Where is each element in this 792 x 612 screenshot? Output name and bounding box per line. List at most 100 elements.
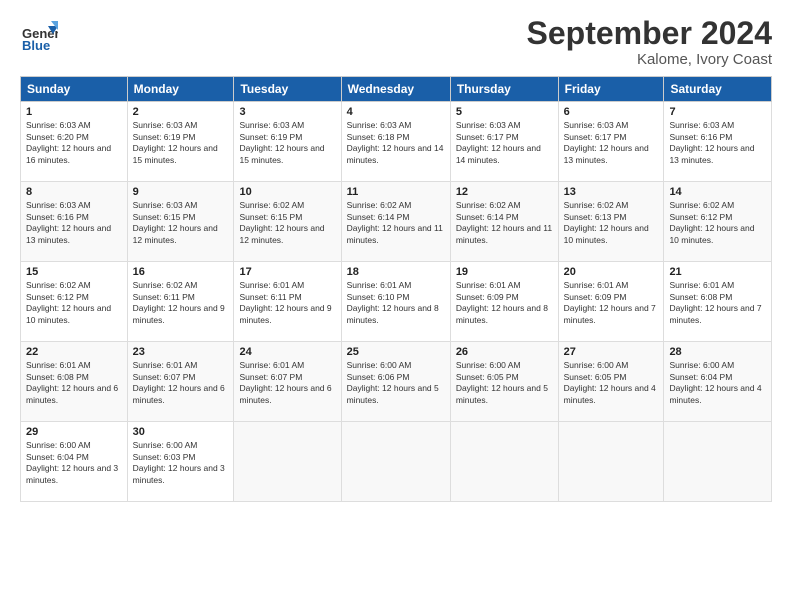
header-row: Sunday Monday Tuesday Wednesday Thursday… [21, 77, 772, 102]
day-info: Sunrise: 6:03 AMSunset: 6:20 PMDaylight:… [26, 120, 122, 166]
day-number: 28 [669, 346, 766, 358]
table-row: 29Sunrise: 6:00 AMSunset: 6:04 PMDayligh… [21, 422, 772, 502]
calendar-cell: 25 Sunrise: 6:00 AMSunset: 6:06 PMDayligh… [341, 342, 450, 422]
day-number: 25 [347, 346, 445, 358]
calendar-cell: 26 Sunrise: 6:00 AMSunset: 6:05 PMDayligh… [450, 342, 558, 422]
col-thursday: Thursday [450, 77, 558, 102]
day-info: Sunrise: 6:00 AMSunset: 6:04 PMDaylight:… [26, 440, 122, 486]
day-info: Sunrise: 6:01 AMSunset: 6:08 PMDaylight:… [669, 280, 766, 326]
calendar-cell: 22 Sunrise: 6:01 AMSunset: 6:08 PMDayligh… [21, 342, 128, 422]
day-number: 9 [133, 186, 229, 198]
day-info: Sunrise: 6:02 AMSunset: 6:15 PMDaylight:… [239, 200, 335, 246]
day-number: 27 [564, 346, 659, 358]
day-number: 4 [347, 106, 445, 118]
table-row: 22 Sunrise: 6:01 AMSunset: 6:08 PMDayligh… [21, 342, 772, 422]
day-number: 10 [239, 186, 335, 198]
day-info: Sunrise: 6:01 AMSunset: 6:08 PMDaylight:… [26, 360, 122, 406]
calendar-cell: 18Sunrise: 6:01 AMSunset: 6:10 PMDayligh… [341, 262, 450, 342]
day-info: Sunrise: 6:00 AMSunset: 6:05 PMDaylight:… [456, 360, 553, 406]
logo: General Blue [20, 16, 62, 54]
day-number: 2 [133, 106, 229, 118]
calendar-cell: 11 Sunrise: 6:02 AMSunset: 6:14 PMDayligh… [341, 182, 450, 262]
day-number: 30 [133, 426, 229, 438]
calendar-cell [341, 422, 450, 502]
svg-text:Blue: Blue [22, 38, 50, 53]
calendar-cell [234, 422, 341, 502]
day-info: Sunrise: 6:00 AMSunset: 6:06 PMDaylight:… [347, 360, 445, 406]
day-number: 24 [239, 346, 335, 358]
day-number: 11 [347, 186, 445, 198]
calendar-cell: 19 Sunrise: 6:01 AMSunset: 6:09 PMDayligh… [450, 262, 558, 342]
day-number: 21 [669, 266, 766, 278]
day-number: 19 [456, 266, 553, 278]
calendar-cell: 4Sunrise: 6:03 AMSunset: 6:18 PMDaylight… [341, 102, 450, 182]
day-number: 16 [133, 266, 229, 278]
day-info: Sunrise: 6:03 AMSunset: 6:16 PMDaylight:… [669, 120, 766, 166]
table-row: 15 Sunrise: 6:02 AMSunset: 6:12 PMDayligh… [21, 262, 772, 342]
day-info: Sunrise: 6:01 AMSunset: 6:11 PMDaylight:… [239, 280, 335, 326]
calendar-cell: 29Sunrise: 6:00 AMSunset: 6:04 PMDayligh… [21, 422, 128, 502]
day-number: 5 [456, 106, 553, 118]
calendar-cell: 28 Sunrise: 6:00 AMSunset: 6:04 PMDayligh… [664, 342, 772, 422]
calendar-cell: 15 Sunrise: 6:02 AMSunset: 6:12 PMDayligh… [21, 262, 128, 342]
calendar-cell [558, 422, 664, 502]
day-info: Sunrise: 6:00 AMSunset: 6:05 PMDaylight:… [564, 360, 659, 406]
day-info: Sunrise: 6:01 AMSunset: 6:09 PMDaylight:… [456, 280, 553, 326]
calendar-cell: 2 Sunrise: 6:03 AMSunset: 6:19 PMDaylight… [127, 102, 234, 182]
day-number: 17 [239, 266, 335, 278]
calendar-cell: 5 Sunrise: 6:03 AMSunset: 6:17 PMDaylight… [450, 102, 558, 182]
header: General Blue September 2024 Kalome, Ivor… [20, 16, 772, 68]
col-wednesday: Wednesday [341, 77, 450, 102]
calendar-cell [664, 422, 772, 502]
calendar-cell: 6 Sunrise: 6:03 AMSunset: 6:17 PMDaylight… [558, 102, 664, 182]
col-sunday: Sunday [21, 77, 128, 102]
calendar-cell: 7 Sunrise: 6:03 AMSunset: 6:16 PMDaylight… [664, 102, 772, 182]
col-tuesday: Tuesday [234, 77, 341, 102]
day-number: 7 [669, 106, 766, 118]
day-info: Sunrise: 6:01 AMSunset: 6:07 PMDaylight:… [133, 360, 229, 406]
day-number: 1 [26, 106, 122, 118]
day-info: Sunrise: 6:02 AMSunset: 6:12 PMDaylight:… [26, 280, 122, 326]
day-number: 22 [26, 346, 122, 358]
calendar-cell: 13Sunrise: 6:02 AMSunset: 6:13 PMDayligh… [558, 182, 664, 262]
calendar-cell: 17 Sunrise: 6:01 AMSunset: 6:11 PMDayligh… [234, 262, 341, 342]
day-number: 3 [239, 106, 335, 118]
location: Kalome, Ivory Coast [527, 51, 772, 68]
day-info: Sunrise: 6:03 AMSunset: 6:16 PMDaylight:… [26, 200, 122, 246]
day-info: Sunrise: 6:02 AMSunset: 6:14 PMDaylight:… [456, 200, 553, 246]
day-info: Sunrise: 6:02 AMSunset: 6:13 PMDaylight:… [564, 200, 659, 246]
day-info: Sunrise: 6:03 AMSunset: 6:19 PMDaylight:… [133, 120, 229, 166]
day-info: Sunrise: 6:01 AMSunset: 6:07 PMDaylight:… [239, 360, 335, 406]
day-info: Sunrise: 6:03 AMSunset: 6:17 PMDaylight:… [564, 120, 659, 166]
calendar-cell: 3Sunrise: 6:03 AMSunset: 6:19 PMDaylight… [234, 102, 341, 182]
calendar-table: Sunday Monday Tuesday Wednesday Thursday… [20, 76, 772, 502]
calendar-cell: 12 Sunrise: 6:02 AMSunset: 6:14 PMDayligh… [450, 182, 558, 262]
day-info: Sunrise: 6:02 AMSunset: 6:14 PMDaylight:… [347, 200, 445, 246]
calendar-cell: 9Sunrise: 6:03 AMSunset: 6:15 PMDaylight… [127, 182, 234, 262]
day-number: 15 [26, 266, 122, 278]
day-number: 14 [669, 186, 766, 198]
calendar-cell: 24 Sunrise: 6:01 AMSunset: 6:07 PMDayligh… [234, 342, 341, 422]
day-info: Sunrise: 6:03 AMSunset: 6:17 PMDaylight:… [456, 120, 553, 166]
calendar-cell: 27 Sunrise: 6:00 AMSunset: 6:05 PMDayligh… [558, 342, 664, 422]
day-number: 8 [26, 186, 122, 198]
calendar-cell: 21 Sunrise: 6:01 AMSunset: 6:08 PMDayligh… [664, 262, 772, 342]
calendar-cell [450, 422, 558, 502]
calendar-cell: 30 Sunrise: 6:00 AMSunset: 6:03 PMDayligh… [127, 422, 234, 502]
title-block: September 2024 Kalome, Ivory Coast [527, 16, 772, 68]
day-info: Sunrise: 6:00 AMSunset: 6:04 PMDaylight:… [669, 360, 766, 406]
day-info: Sunrise: 6:00 AMSunset: 6:03 PMDaylight:… [133, 440, 229, 486]
month-title: September 2024 [527, 16, 772, 51]
day-number: 6 [564, 106, 659, 118]
day-number: 12 [456, 186, 553, 198]
calendar-cell: 20Sunrise: 6:01 AMSunset: 6:09 PMDayligh… [558, 262, 664, 342]
calendar-cell: 14 Sunrise: 6:02 AMSunset: 6:12 PMDayligh… [664, 182, 772, 262]
day-number: 18 [347, 266, 445, 278]
calendar-cell: 10 Sunrise: 6:02 AMSunset: 6:15 PMDayligh… [234, 182, 341, 262]
calendar-cell: 1 Sunrise: 6:03 AMSunset: 6:20 PMDaylight… [21, 102, 128, 182]
calendar-cell: 23Sunrise: 6:01 AMSunset: 6:07 PMDayligh… [127, 342, 234, 422]
col-monday: Monday [127, 77, 234, 102]
calendar-cell: 16Sunrise: 6:02 AMSunset: 6:11 PMDayligh… [127, 262, 234, 342]
day-number: 26 [456, 346, 553, 358]
day-info: Sunrise: 6:02 AMSunset: 6:12 PMDaylight:… [669, 200, 766, 246]
